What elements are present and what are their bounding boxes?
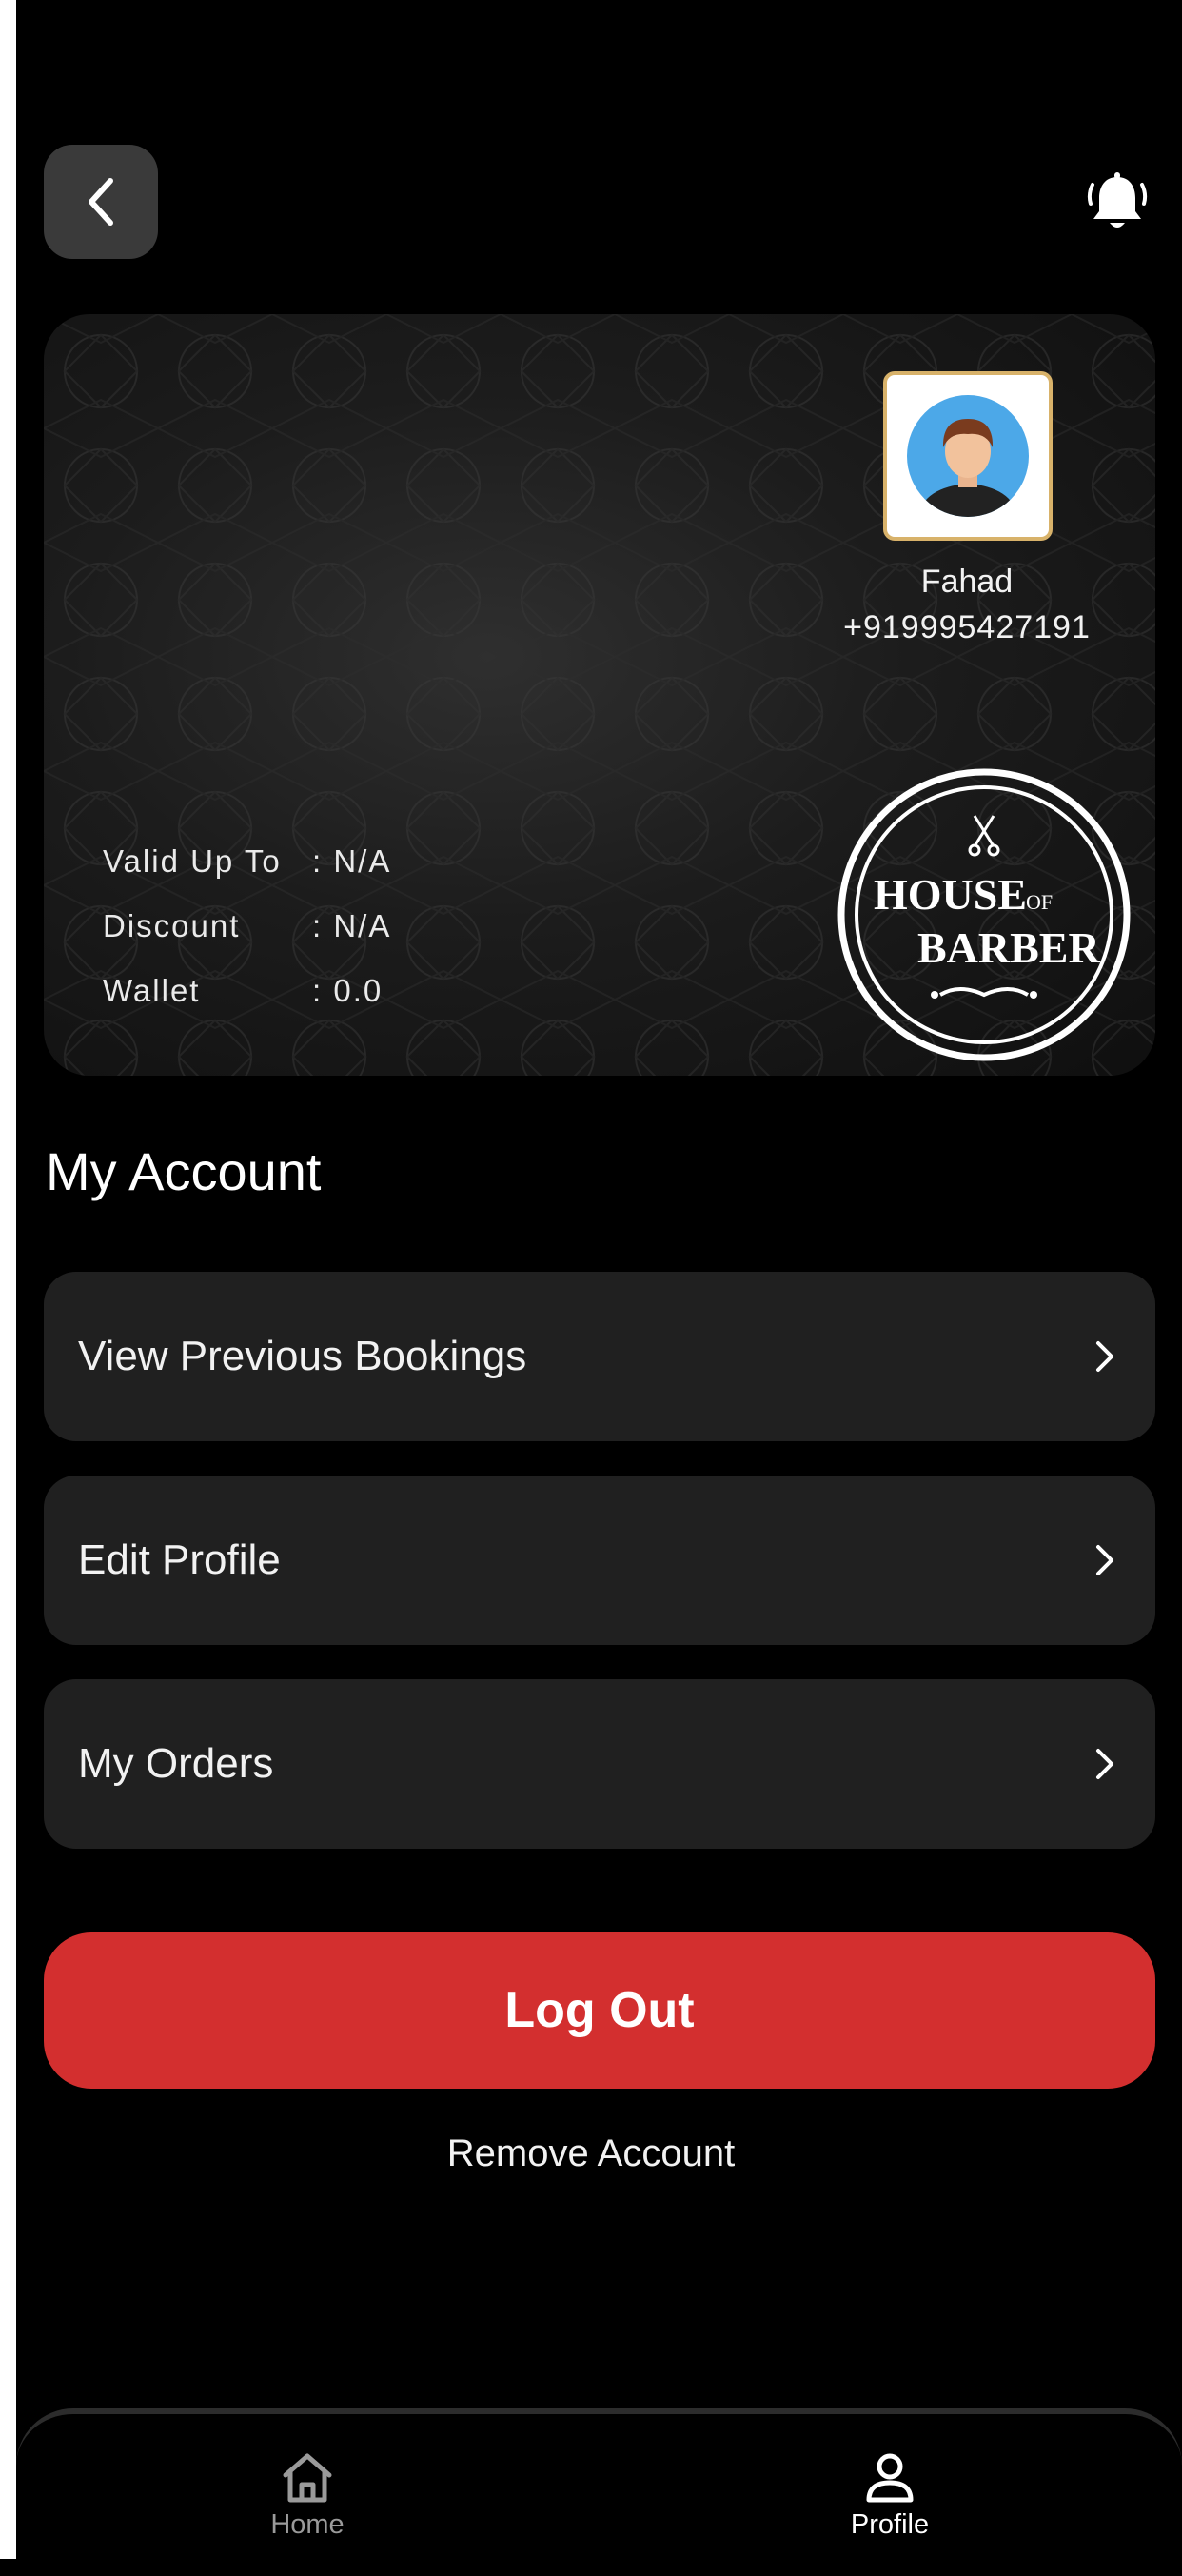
menu-label: Edit Profile — [78, 1536, 281, 1583]
chevron-right-icon — [1096, 1545, 1113, 1575]
nav-profile[interactable]: Profile — [795, 2452, 985, 2541]
section-title-my-account: My Account — [46, 1141, 322, 1201]
wallet-row: Wallet : 0.0 — [103, 973, 383, 1009]
avatar[interactable] — [883, 371, 1053, 541]
back-button[interactable] — [44, 145, 158, 259]
menu-label: My Orders — [78, 1740, 274, 1787]
discount-label: Discount — [103, 908, 241, 943]
membership-card: Fahad +919995427191 Valid Up To : N/A Dis… — [44, 314, 1155, 1076]
menu-item-my-orders[interactable]: My Orders — [44, 1679, 1155, 1849]
valid-up-to-row: Valid Up To : N/A — [103, 843, 391, 880]
bottom-navigation: Home Profile — [16, 2408, 1182, 2576]
user-name: Fahad — [920, 564, 1014, 600]
menu-item-edit-profile[interactable]: Edit Profile — [44, 1476, 1155, 1645]
user-phone: +919995427191 — [843, 609, 1091, 645]
logo-barber-text: BARBER — [917, 923, 1100, 972]
valid-up-to-value: : N/A — [312, 843, 392, 879]
wallet-label: Wallet — [103, 973, 201, 1008]
bell-ring-icon[interactable] — [1087, 171, 1148, 236]
home-icon — [283, 2453, 332, 2503]
valid-up-to-label: Valid Up To — [103, 843, 282, 879]
discount-row: Discount : N/A — [103, 908, 391, 944]
wallet-value: : 0.0 — [312, 973, 384, 1008]
menu-label: View Previous Bookings — [78, 1333, 527, 1379]
person-icon — [866, 2453, 914, 2503]
menu-item-view-previous-bookings[interactable]: View Previous Bookings — [44, 1272, 1155, 1441]
chevron-right-icon — [1096, 1341, 1113, 1372]
logo-house-text: HOUSE — [874, 870, 1027, 919]
nav-home[interactable]: Home — [212, 2452, 403, 2541]
nav-profile-label: Profile — [850, 2509, 930, 2540]
house-of-barber-logo: HOUSE OF BARBER — [837, 768, 1131, 1061]
discount-value: : N/A — [312, 908, 392, 943]
chevron-left-icon — [89, 178, 113, 226]
user-avatar-icon — [907, 395, 1029, 517]
logo-of-text: OF — [1026, 890, 1053, 914]
logout-button[interactable]: Log Out — [44, 1932, 1155, 2089]
remove-account-link[interactable]: Remove Account — [0, 2132, 1182, 2175]
nav-home-label: Home — [270, 2509, 345, 2540]
chevron-right-icon — [1096, 1749, 1113, 1779]
